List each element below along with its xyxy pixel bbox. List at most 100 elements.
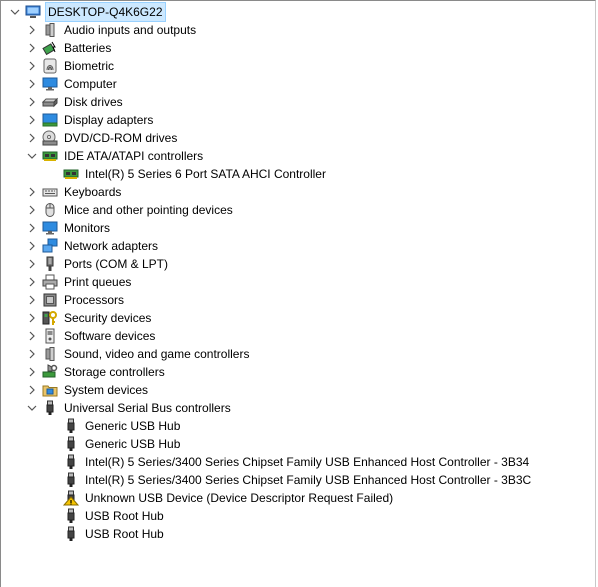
device-label: Unknown USB Device (Device Descriptor Re… <box>85 491 394 505</box>
chevron-right-icon[interactable] <box>26 309 38 327</box>
chevron-down-icon[interactable] <box>26 399 38 417</box>
category-label: Storage controllers <box>64 365 165 379</box>
category-label: Ports (COM & LPT) <box>64 257 169 271</box>
category-label: DVD/CD-ROM drives <box>64 131 178 145</box>
device-usb-root-hub[interactable]: USB Root Hub <box>63 525 166 543</box>
root-label: DESKTOP-Q4K6G22 <box>45 2 166 22</box>
controller-card-icon <box>63 166 79 182</box>
category-label: System devices <box>64 383 149 397</box>
category-security-devices[interactable]: Security devices <box>26 309 153 327</box>
category-label: Disk drives <box>64 95 123 109</box>
category-label: Biometric <box>64 59 115 73</box>
speaker-icon <box>42 346 58 362</box>
category-sound-video-and-game-controllers[interactable]: Sound, video and game controllers <box>26 345 251 363</box>
chevron-right-icon[interactable] <box>26 111 38 129</box>
warning-usb-icon <box>63 490 79 506</box>
chevron-right-icon[interactable] <box>26 273 38 291</box>
category-dvd-cd-rom-drives[interactable]: DVD/CD-ROM drives <box>26 129 179 147</box>
chevron-right-icon[interactable] <box>26 327 38 345</box>
device-intel-r-5-series-3400-series-chipset-family-usb-enhanced-host-controller-3b3c[interactable]: Intel(R) 5 Series/3400 Series Chipset Fa… <box>63 471 533 489</box>
category-label: Monitors <box>64 221 111 235</box>
category-mice-and-other-pointing-devices[interactable]: Mice and other pointing devices <box>26 201 235 219</box>
chevron-right-icon[interactable] <box>26 219 38 237</box>
category-software-devices[interactable]: Software devices <box>26 327 157 345</box>
storage-controller-icon <box>42 364 58 380</box>
category-label: Sound, video and game controllers <box>64 347 250 361</box>
tree-root-computer[interactable]: DESKTOP-Q4K6G22 <box>9 2 166 22</box>
device-tree[interactable]: DESKTOP-Q4K6G22 Audio inputs and outputs B… <box>0 0 596 587</box>
category-processors[interactable]: Processors <box>26 291 126 309</box>
category-ide-ata-atapi-controllers[interactable]: IDE ATA/ATAPI controllers <box>26 147 205 165</box>
processor-icon <box>42 292 58 308</box>
chevron-right-icon[interactable] <box>26 345 38 363</box>
monitor-icon <box>42 220 58 236</box>
chevron-right-icon[interactable] <box>26 381 38 399</box>
category-storage-controllers[interactable]: Storage controllers <box>26 363 167 381</box>
device-intel-r-5-series-6-port-sata-ahci-controller[interactable]: Intel(R) 5 Series 6 Port SATA AHCI Contr… <box>63 165 328 183</box>
category-biometric[interactable]: Biometric <box>26 57 116 75</box>
usb-icon <box>63 508 79 524</box>
device-generic-usb-hub[interactable]: Generic USB Hub <box>63 417 182 435</box>
category-print-queues[interactable]: Print queues <box>26 273 133 291</box>
device-unknown-usb-device-device-descriptor-request-failed[interactable]: Unknown USB Device (Device Descriptor Re… <box>63 489 395 507</box>
category-ports-com-lpt[interactable]: Ports (COM & LPT) <box>26 255 170 273</box>
chevron-right-icon[interactable] <box>26 129 38 147</box>
dvd-drive-icon <box>42 130 58 146</box>
category-keyboards[interactable]: Keyboards <box>26 183 123 201</box>
network-icon <box>42 238 58 254</box>
category-system-devices[interactable]: System devices <box>26 381 150 399</box>
chevron-right-icon[interactable] <box>26 183 38 201</box>
category-label: Print queues <box>64 275 132 289</box>
category-network-adapters[interactable]: Network adapters <box>26 237 160 255</box>
device-label: Generic USB Hub <box>85 419 181 433</box>
category-label: Processors <box>64 293 125 307</box>
chevron-right-icon[interactable] <box>26 291 38 309</box>
category-batteries[interactable]: Batteries <box>26 39 113 57</box>
chevron-right-icon[interactable] <box>26 75 38 93</box>
display-adapter-icon <box>42 112 58 128</box>
category-monitors[interactable]: Monitors <box>26 219 112 237</box>
chevron-right-icon[interactable] <box>26 201 38 219</box>
category-label: Audio inputs and outputs <box>64 23 197 37</box>
category-label: Security devices <box>64 311 152 325</box>
device-label: Generic USB Hub <box>85 437 181 451</box>
chevron-right-icon[interactable] <box>26 255 38 273</box>
category-label: Display adapters <box>64 113 154 127</box>
chevron-right-icon[interactable] <box>26 93 38 111</box>
usb-icon <box>42 400 58 416</box>
chevron-right-icon[interactable] <box>26 21 38 39</box>
device-usb-root-hub[interactable]: USB Root Hub <box>63 507 166 525</box>
chevron-right-icon[interactable] <box>26 363 38 381</box>
category-computer[interactable]: Computer <box>26 75 119 93</box>
category-label: Universal Serial Bus controllers <box>64 401 231 415</box>
device-label: Intel(R) 5 Series 6 Port SATA AHCI Contr… <box>85 167 326 181</box>
category-label: Software devices <box>64 329 156 343</box>
battery-icon <box>42 40 58 56</box>
speaker-icon <box>42 22 58 38</box>
disk-drive-icon <box>42 94 58 110</box>
device-label: Intel(R) 5 Series/3400 Series Chipset Fa… <box>85 455 530 469</box>
device-label: Intel(R) 5 Series/3400 Series Chipset Fa… <box>85 473 532 487</box>
device-intel-r-5-series-3400-series-chipset-family-usb-enhanced-host-controller-3b34[interactable]: Intel(R) 5 Series/3400 Series Chipset Fa… <box>63 453 531 471</box>
device-generic-usb-hub[interactable]: Generic USB Hub <box>63 435 182 453</box>
chevron-right-icon[interactable] <box>26 237 38 255</box>
category-label: Mice and other pointing devices <box>64 203 233 217</box>
usb-icon <box>63 472 79 488</box>
chevron-down-icon[interactable] <box>9 3 21 21</box>
category-audio-inputs-and-outputs[interactable]: Audio inputs and outputs <box>26 21 198 39</box>
printer-icon <box>42 274 58 290</box>
category-label: Computer <box>64 77 117 91</box>
chevron-right-icon[interactable] <box>26 39 38 57</box>
system-folder-icon <box>42 382 58 398</box>
category-label: Network adapters <box>64 239 159 253</box>
category-display-adapters[interactable]: Display adapters <box>26 111 155 129</box>
chevron-down-icon[interactable] <box>26 147 38 165</box>
category-universal-serial-bus-controllers[interactable]: Universal Serial Bus controllers <box>26 399 233 417</box>
category-label: Batteries <box>64 41 112 55</box>
device-label: USB Root Hub <box>85 527 164 541</box>
device-label: USB Root Hub <box>85 509 164 523</box>
software-device-icon <box>42 328 58 344</box>
category-disk-drives[interactable]: Disk drives <box>26 93 125 111</box>
security-key-icon <box>42 310 58 326</box>
chevron-right-icon[interactable] <box>26 57 38 75</box>
